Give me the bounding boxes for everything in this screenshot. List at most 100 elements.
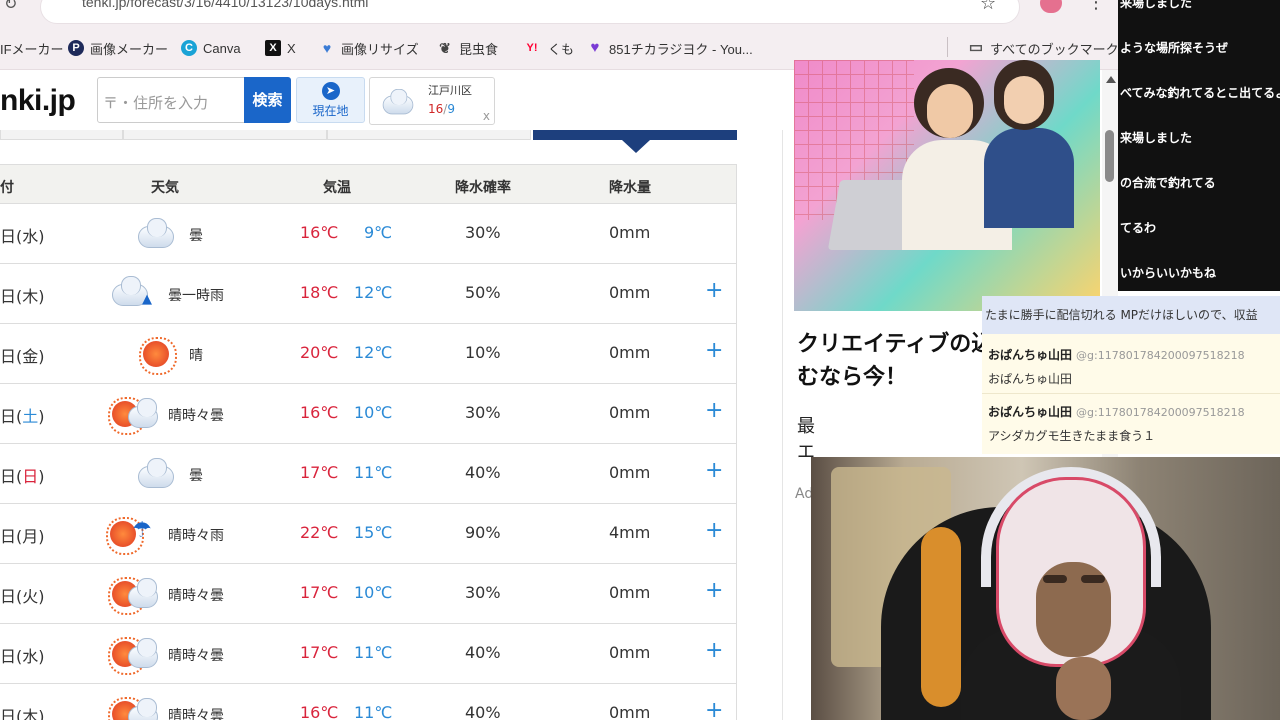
bookmark-item[interactable]: P 画像メーカー <box>68 38 168 58</box>
recent-low: 9 <box>447 102 455 116</box>
scroll-up-arrow-icon[interactable] <box>1106 76 1116 83</box>
row-precip: 0mm <box>609 583 651 602</box>
reload-icon[interactable]: ↻ <box>4 0 17 13</box>
row-precip: 0mm <box>609 643 651 662</box>
row-pop: 90% <box>465 523 501 542</box>
chat-line: いからいいかもね <box>1120 266 1217 280</box>
header-date: 付 <box>0 180 14 196</box>
expand-plus-icon[interactable]: + <box>705 338 723 363</box>
table-row: 日(土) 晴時々曇 16℃ 10℃ 30% 0mm + <box>0 384 737 444</box>
all-bookmarks[interactable]: ▭ すべてのブックマーク <box>968 38 1119 58</box>
scrollbar-thumb[interactable] <box>1105 130 1114 182</box>
image-maker-icon: P <box>68 40 84 56</box>
expand-plus-icon[interactable]: + <box>705 398 723 423</box>
row-high: 22℃ <box>300 523 339 542</box>
ad-person-face <box>1004 76 1044 124</box>
row-precip: 0mm <box>609 343 651 362</box>
expand-plus-icon[interactable]: + <box>705 278 723 303</box>
comment-text: おぱんちゅ山田 <box>988 372 1073 386</box>
current-location-button[interactable]: ➤ 現在地 <box>296 77 365 123</box>
expand-plus-icon[interactable]: + <box>705 518 723 543</box>
bookmark-item[interactable]: IFメーカー <box>0 38 64 58</box>
bookmark-label: IFメーカー <box>0 41 64 57</box>
search-button[interactable]: 検索 <box>244 77 291 123</box>
url-text[interactable]: tenki.jp/forecast/3/16/4410/13123/10days… <box>82 0 368 10</box>
row-high: 17℃ <box>300 583 339 602</box>
forecast-tabs <box>0 130 737 153</box>
bookmark-label: くも <box>548 41 575 57</box>
bookmark-item[interactable]: Y! くも <box>522 38 575 58</box>
bookmark-label: すべてのブックマーク <box>990 41 1119 57</box>
row-high: 17℃ <box>300 463 339 482</box>
address-search-input[interactable]: 〒・住所を入力 <box>97 77 245 123</box>
bookmarks-divider <box>947 37 948 57</box>
comment-divider <box>982 393 1280 394</box>
bug-icon: ❦ <box>439 40 451 56</box>
header-weather: 天気 <box>151 180 179 196</box>
menu-kebab-icon[interactable]: ⋮ <box>1087 0 1105 13</box>
row-low: 12℃ <box>354 283 393 302</box>
row-date: 日(金) <box>0 347 45 366</box>
ad-banner-image[interactable] <box>794 60 1100 311</box>
ad-person-graphic <box>984 128 1074 228</box>
table-row: 日(水) 曇 16℃ 9℃ 30% 0mm <box>0 204 737 264</box>
row-precip: 0mm <box>609 223 651 242</box>
comment-header: おぱんちゅ山田 @g:117801784200097518218 <box>988 346 1245 363</box>
row-pop: 30% <box>465 223 501 242</box>
row-pop: 10% <box>465 343 501 362</box>
row-weather: 晴時々曇 <box>168 648 224 664</box>
bookmark-item[interactable]: ♥ 画像リサイズ <box>319 38 419 58</box>
ad-headline[interactable]: クリエイティブの込むなら今！ <box>797 328 997 394</box>
comment-user-id: @g:117801784200097518218 <box>1076 349 1245 362</box>
row-date: 日(日) <box>0 467 45 486</box>
comment-text: アシダカグモ生きたまま食う１ <box>988 429 1156 443</box>
row-date: 日(木) <box>0 287 45 306</box>
chat-line: 来場しました <box>1120 131 1193 145</box>
cloud-icon <box>382 88 414 115</box>
location-arrow-icon: ➤ <box>321 82 340 100</box>
comment-user-id: @g:117801784200097518218 <box>1076 406 1245 419</box>
comment-header: おぱんちゅ山田 @g:117801784200097518218 <box>988 403 1245 420</box>
streamer-hand <box>1056 657 1111 720</box>
table-header: 付 天気 気温 降水確率 降水量 <box>0 164 737 204</box>
expand-plus-icon[interactable]: + <box>705 638 723 663</box>
bookmark-item[interactable]: ♥ 851チカラジヨク - You... <box>587 38 753 58</box>
table-row: 日(木) 晴時々曇 16℃ 11℃ 40% 0mm + <box>0 684 737 720</box>
site-logo[interactable]: nki.jp <box>0 84 76 118</box>
row-pop: 40% <box>465 703 501 720</box>
chat-line: ような場所探そうぜ <box>1120 41 1229 55</box>
bookmark-label: 画像リサイズ <box>341 41 419 57</box>
bookmark-label: 画像メーカー <box>90 41 169 57</box>
bookmark-label: Canva <box>203 40 241 56</box>
bookmark-item[interactable]: ❦ 昆虫食 <box>437 38 498 58</box>
heart-icon: ♥ <box>590 39 600 56</box>
header-temp: 気温 <box>323 180 351 196</box>
tab[interactable] <box>0 130 123 140</box>
row-date: 日(木) <box>0 707 45 720</box>
recent-location-card[interactable]: 江戸川区 16/9 x <box>369 77 495 125</box>
bookmark-label: 851チカラジヨク - You... <box>609 41 753 57</box>
bookmark-item[interactable]: C Canva <box>181 38 241 58</box>
tab[interactable] <box>327 130 531 140</box>
row-precip: 0mm <box>609 283 651 302</box>
folder-icon: ▭ <box>968 39 984 56</box>
bookmark-item[interactable]: X X <box>265 38 296 58</box>
expand-plus-icon[interactable]: + <box>705 698 723 720</box>
close-icon[interactable]: x <box>483 109 490 123</box>
tab-10days-active[interactable] <box>533 130 737 140</box>
bookmark-star-icon[interactable]: ☆ <box>980 0 996 14</box>
bookmark-label: 昆虫食 <box>459 41 499 57</box>
row-weather: 晴時々雨 <box>168 528 224 544</box>
row-low: 12℃ <box>354 343 393 362</box>
streamer-eye <box>1081 575 1105 583</box>
row-high: 18℃ <box>300 283 339 302</box>
row-weather: 曇一時雨 <box>168 288 224 304</box>
comment-author: おぱんちゅ山田 <box>988 348 1073 362</box>
row-pop: 50% <box>465 283 501 302</box>
tab[interactable] <box>123 130 327 140</box>
row-high: 16℃ <box>300 403 339 422</box>
profile-avatar[interactable] <box>1040 0 1062 13</box>
expand-plus-icon[interactable]: + <box>705 458 723 483</box>
expand-plus-icon[interactable]: + <box>705 578 723 603</box>
ad-person-face <box>927 84 973 138</box>
